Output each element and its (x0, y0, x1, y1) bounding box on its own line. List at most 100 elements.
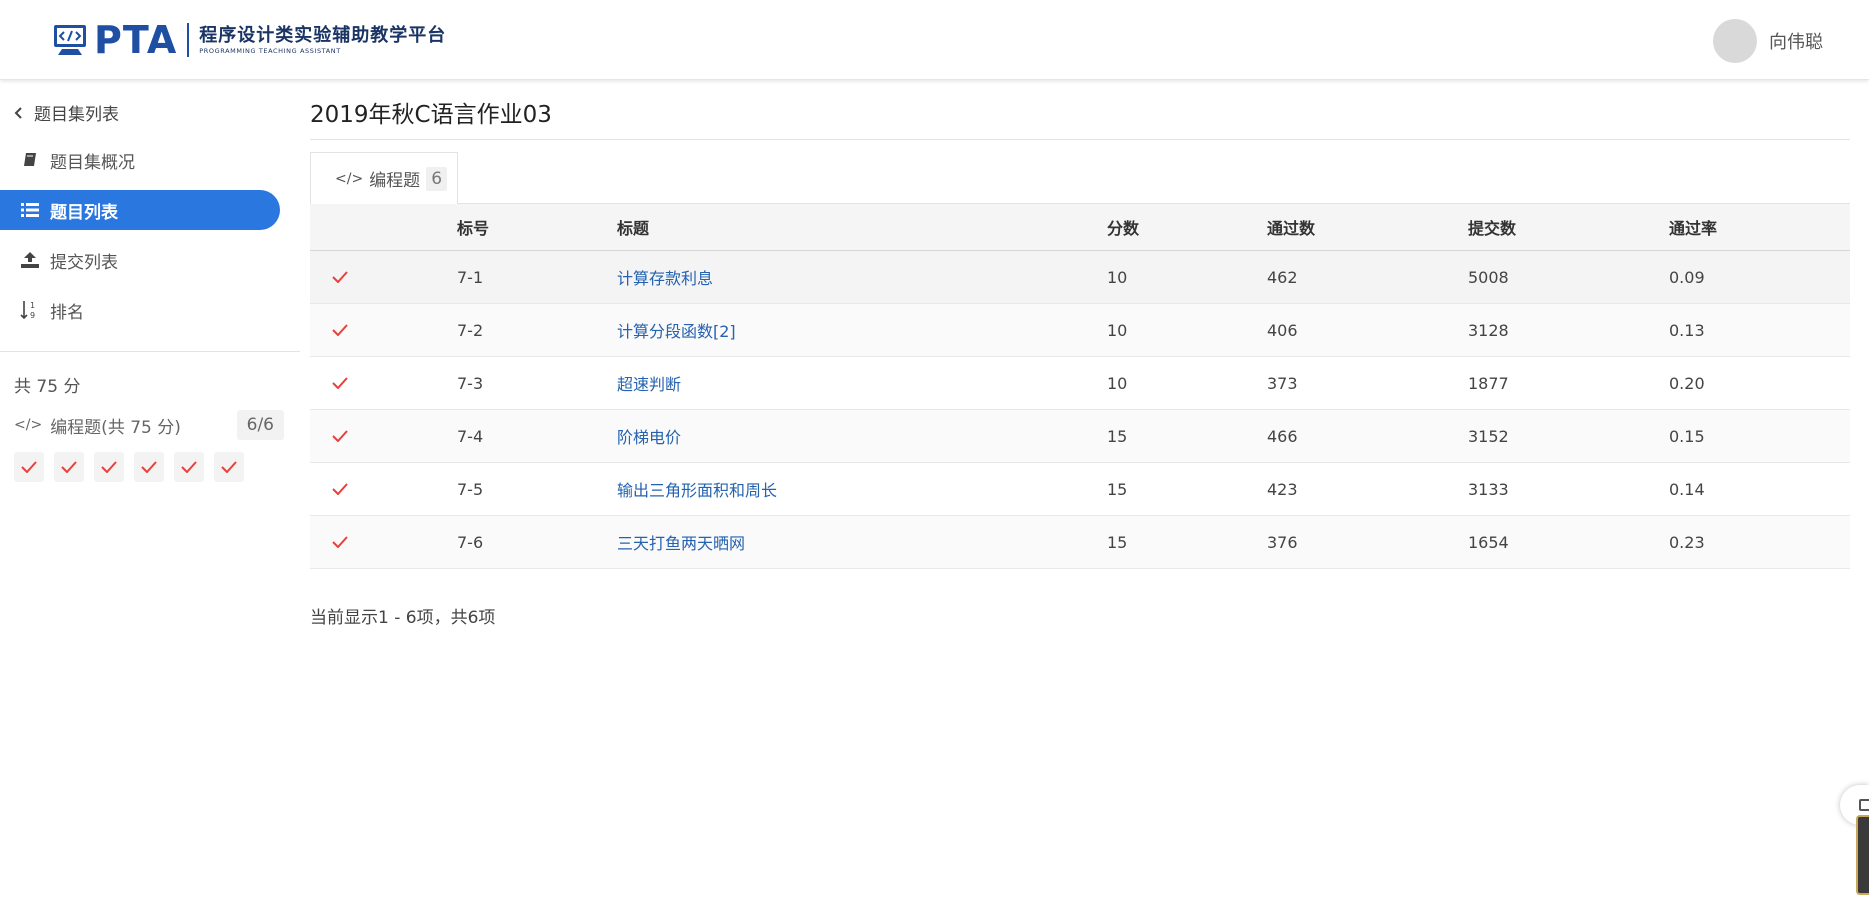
score-cell: 15 (1107, 479, 1128, 499)
column-header-rate[interactable]: 通过率 (1669, 215, 1850, 239)
tab-programming[interactable]: </> 编程题 6 (310, 152, 458, 204)
problem-title-link[interactable]: 输出三角形面积和周长 (617, 477, 1107, 501)
problem-title-link[interactable]: 超速判断 (617, 371, 1107, 395)
check-icon (221, 461, 237, 473)
accepted-count-cell: 423 (1267, 479, 1298, 499)
back-to-problem-sets-link[interactable]: 题目集列表 (14, 100, 119, 125)
logo-english-name: PROGRAMMING TEACHING ASSISTANT (199, 46, 341, 55)
svg-text:9: 9 (30, 311, 35, 320)
sidebar-item-label: 题目列表 (50, 202, 118, 223)
problem-status-mark[interactable] (134, 452, 164, 482)
code-monitor-icon (54, 25, 86, 55)
table-header: 标号 标题 分数 通过数 提交数 通过率 (310, 203, 1850, 251)
logo-text: 程序设计类实验辅助教学平台 PROGRAMMING TEACHING ASSIS… (199, 25, 446, 56)
pass-rate-cell: 0.13 (1669, 320, 1705, 340)
logo-divider (187, 23, 190, 57)
tab-count-badge: 6 (426, 166, 448, 191)
table-row[interactable]: 7-4 阶梯电价 15 466 3152 0.15 (310, 410, 1850, 463)
problem-title-link[interactable]: 计算分段函数[2] (617, 318, 1107, 342)
problem-id-cell: 7-6 (457, 532, 484, 552)
sidebar-item-problem-list[interactable]: 题目列表 (0, 190, 280, 230)
title-divider (310, 139, 1850, 140)
problem-title-link[interactable]: 计算存款利息 (617, 265, 1107, 289)
chevron-left-icon (14, 106, 22, 119)
status-cell (310, 374, 457, 393)
table-row[interactable]: 7-5 输出三角形面积和周长 15 423 3133 0.14 (310, 463, 1850, 516)
table-body: 7-1 计算存款利息 10 462 5008 0.09 7-2 计算分段函数[2] 10 406 3… (310, 251, 1850, 569)
code-icon: </> (335, 170, 364, 187)
submitted-count-cell: 1654 (1468, 532, 1509, 552)
check-icon (61, 461, 77, 473)
pass-rate-cell: 0.23 (1669, 532, 1705, 552)
check-icon (21, 461, 37, 473)
pass-rate-cell: 0.14 (1669, 479, 1705, 499)
problem-id-cell: 7-5 (457, 479, 484, 499)
check-icon (181, 461, 197, 473)
floating-phone-widget[interactable] (1856, 815, 1869, 895)
sort-numeric-icon: 1 9 (20, 300, 40, 320)
problem-title-link[interactable]: 三天打鱼两天晒网 (617, 530, 1107, 554)
status-cell (310, 533, 457, 552)
column-header-score[interactable]: 分数 (1107, 215, 1267, 239)
sidebar-item-overview[interactable]: 题目集概况 (0, 140, 280, 180)
column-header-accepted[interactable]: 通过数 (1267, 215, 1468, 239)
user-menu[interactable]: 向伟聪 (1713, 19, 1823, 63)
score-cell: 10 (1107, 373, 1128, 393)
problem-id-cell: 7-4 (457, 426, 484, 446)
problem-status-mark[interactable] (174, 452, 204, 482)
status-cell (310, 427, 457, 446)
problem-title-link[interactable]: 阶梯电价 (617, 424, 1107, 448)
status-cell (310, 268, 457, 287)
check-icon (332, 535, 348, 548)
accepted-count-cell: 466 (1267, 426, 1298, 446)
user-name[interactable]: 向伟聪 (1769, 28, 1823, 54)
table-row[interactable]: 7-1 计算存款利息 10 462 5008 0.09 (310, 251, 1850, 304)
accepted-count-cell: 406 (1267, 320, 1298, 340)
submitted-count-cell: 3152 (1468, 426, 1509, 446)
sidebar-item-submissions[interactable]: 提交列表 (0, 240, 280, 280)
pta-logo[interactable]: PTA 程序设计类实验辅助教学平台 PROGRAMMING TEACHING A… (52, 20, 446, 60)
score-cell: 15 (1107, 532, 1128, 552)
accepted-count-cell: 462 (1267, 267, 1298, 287)
accepted-count-cell: 373 (1267, 373, 1298, 393)
problem-status-mark[interactable] (94, 452, 124, 482)
check-icon (332, 429, 348, 442)
table-row[interactable]: 7-3 超速判断 10 373 1877 0.20 (310, 357, 1850, 410)
score-cell: 10 (1107, 267, 1128, 287)
column-header-submitted[interactable]: 提交数 (1468, 215, 1669, 239)
book-icon (20, 150, 40, 170)
page-title: 2019年秋C语言作业03 (310, 102, 552, 128)
table-row[interactable]: 7-6 三天打鱼两天晒网 15 376 1654 0.23 (310, 516, 1850, 569)
status-cell (310, 480, 457, 499)
avatar[interactable] (1713, 19, 1757, 63)
back-label: 题目集列表 (34, 105, 119, 125)
sidebar-item-ranking[interactable]: 1 9 排名 (0, 290, 280, 330)
score-cell: 15 (1107, 426, 1128, 446)
svg-text:1: 1 (30, 301, 35, 310)
submitted-count-cell: 3128 (1468, 320, 1509, 340)
accepted-count-cell: 376 (1267, 532, 1298, 552)
pass-rate-cell: 0.20 (1669, 373, 1705, 393)
problem-status-mark[interactable] (54, 452, 84, 482)
sidebar: 题目集列表 题目集概况 题目列表 提交列表 1 9 排名 共 75 分 </> … (0, 80, 300, 910)
column-header-id[interactable]: 标号 (457, 215, 617, 239)
problem-status-marks (14, 452, 254, 482)
programming-section-summary: </> 编程题(共 75 分) 6/6 (14, 410, 284, 440)
problem-id-cell: 7-1 (457, 267, 484, 287)
status-cell (310, 321, 457, 340)
problem-status-mark[interactable] (214, 452, 244, 482)
column-header-title[interactable]: 标题 (617, 215, 1107, 239)
problem-id-cell: 7-2 (457, 320, 484, 340)
logo-chinese-name: 程序设计类实验辅助教学平台 (199, 24, 447, 46)
problem-table: 标号 标题 分数 通过数 提交数 通过率 7-1 计算存款利息 10 462 5008 0… (310, 203, 1850, 569)
score-cell: 10 (1107, 320, 1128, 340)
section-progress-badge: 6/6 (236, 410, 284, 440)
list-icon (20, 200, 40, 220)
sidebar-divider (0, 351, 300, 352)
check-icon (101, 461, 117, 473)
table-row[interactable]: 7-2 计算分段函数[2] 10 406 3128 0.13 (310, 304, 1850, 357)
top-header: PTA 程序设计类实验辅助教学平台 PROGRAMMING TEACHING A… (0, 0, 1869, 80)
check-icon (332, 376, 348, 389)
upload-icon (20, 250, 40, 270)
problem-status-mark[interactable] (14, 452, 44, 482)
